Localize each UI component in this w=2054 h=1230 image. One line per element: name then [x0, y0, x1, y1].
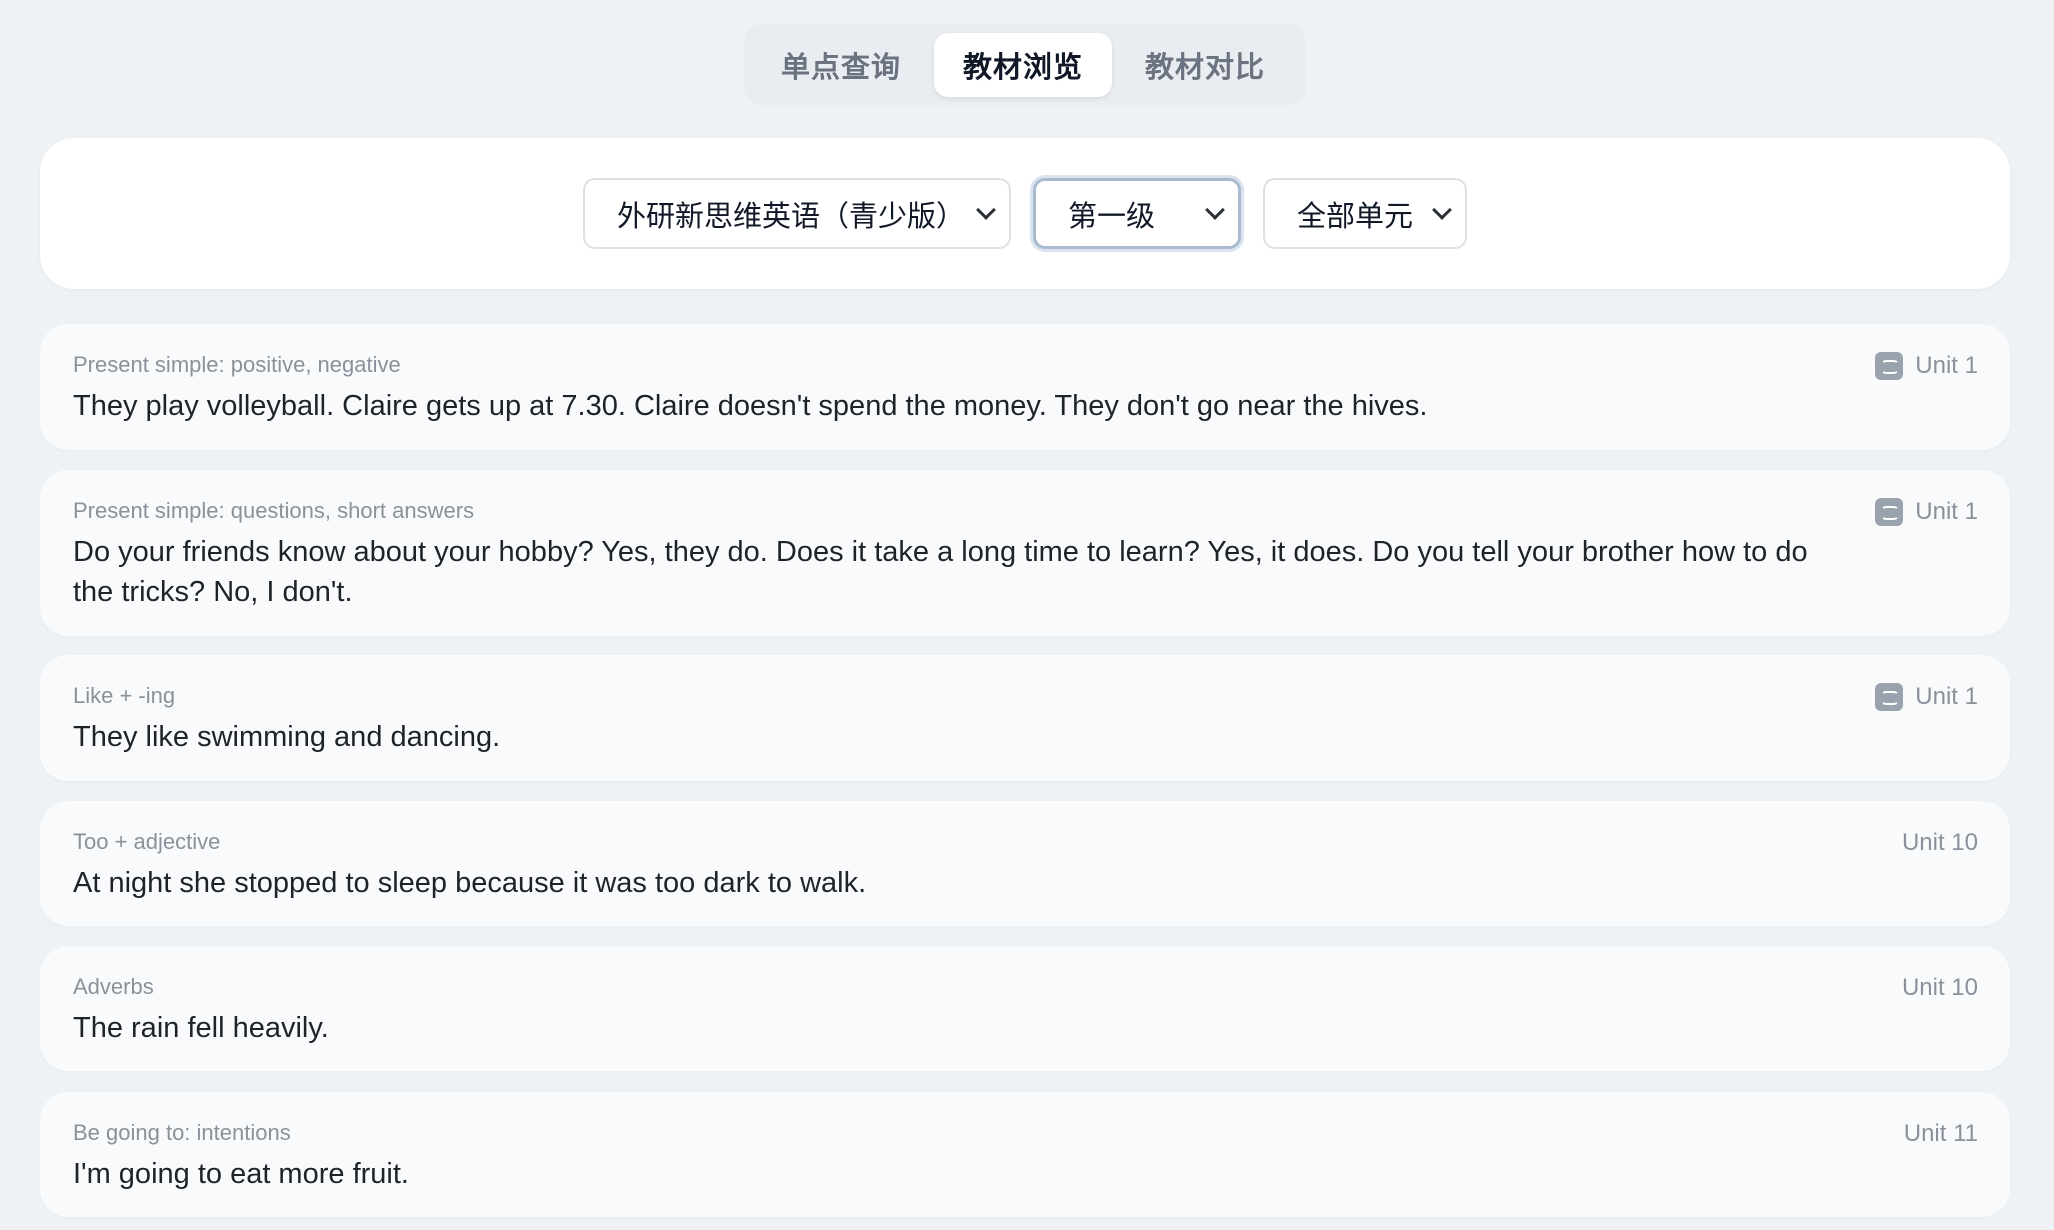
example-sentence: Do your friends know about your hobby? Y…: [73, 536, 1808, 608]
grammar-category: Too + adjective: [73, 829, 221, 854]
level-select-value: 第一级: [1068, 198, 1156, 233]
unit-label-text: Unit 1: [1915, 352, 1978, 379]
unit-label-text: Unit 11: [1903, 1120, 1978, 1147]
unit-label: Unit 11: [1904, 1120, 1978, 1148]
grammar-category: Adverbs: [73, 974, 154, 999]
unit-label: Unit 1: [1875, 352, 1978, 380]
sync-icon: [1875, 498, 1904, 526]
textbook-select[interactable]: 外研新思维英语（青少版）: [583, 178, 1011, 249]
list-item[interactable]: Like + -ing They like swimming and danci…: [40, 655, 2010, 781]
list-item[interactable]: Present simple: questions, short answers…: [40, 470, 2010, 636]
list-item[interactable]: Present simple: positive, negative They …: [40, 324, 2010, 450]
unit-label: Unit 1: [1875, 498, 1978, 526]
grammar-category: Present simple: questions, short answers: [73, 498, 475, 523]
unit-label-text: Unit 10: [1901, 829, 1978, 856]
sync-icon: [1875, 352, 1904, 380]
unit-label: Unit 10: [1902, 974, 1978, 1002]
unit-label: Unit 10: [1902, 829, 1978, 857]
example-sentence: They like swimming and dancing.: [73, 721, 501, 753]
example-sentence: I'm going to eat more fruit.: [73, 1158, 409, 1190]
filter-panel: 外研新思维英语（青少版） 第一级 全部单元: [40, 138, 2010, 289]
list-item[interactable]: Adverbs The rain fell heavily. Unit 10: [40, 946, 2010, 1071]
chevron-down-icon: [1432, 199, 1452, 220]
grammar-category: Be going to: intentions: [73, 1120, 291, 1145]
unit-select-value: 全部单元: [1297, 198, 1414, 233]
grammar-category: Present simple: positive, negative: [73, 352, 401, 377]
example-sentence: The rain fell heavily.: [73, 1012, 329, 1044]
tab-single-query[interactable]: 单点查询: [752, 33, 930, 97]
chevron-down-icon: [1205, 199, 1225, 220]
textbook-select-value: 外研新思维英语（青少版）: [617, 198, 966, 233]
tab-textbook-browse[interactable]: 教材浏览: [934, 32, 1112, 97]
tab-textbook-compare[interactable]: 教材对比: [1116, 33, 1294, 97]
view-tabs: 单点查询 教材浏览 教材对比: [744, 24, 1306, 105]
unit-label-text: Unit 1: [1915, 683, 1978, 710]
chevron-down-icon: [976, 199, 996, 220]
list-item[interactable]: Be going to: intentions I'm going to eat…: [40, 1092, 2010, 1217]
grammar-category: Like + -ing: [73, 683, 176, 708]
example-sentence: At night she stopped to sleep because it…: [73, 867, 867, 899]
sync-icon: [1875, 683, 1904, 711]
level-select[interactable]: 第一级: [1033, 178, 1241, 249]
list-item[interactable]: Too + adjective At night she stopped to …: [40, 801, 2010, 926]
unit-label-text: Unit 1: [1915, 498, 1978, 525]
example-sentence: They play volleyball. Claire gets up at …: [73, 390, 1428, 422]
unit-label: Unit 1: [1875, 683, 1978, 711]
unit-select[interactable]: 全部单元: [1263, 178, 1467, 249]
unit-label-text: Unit 10: [1901, 974, 1978, 1001]
